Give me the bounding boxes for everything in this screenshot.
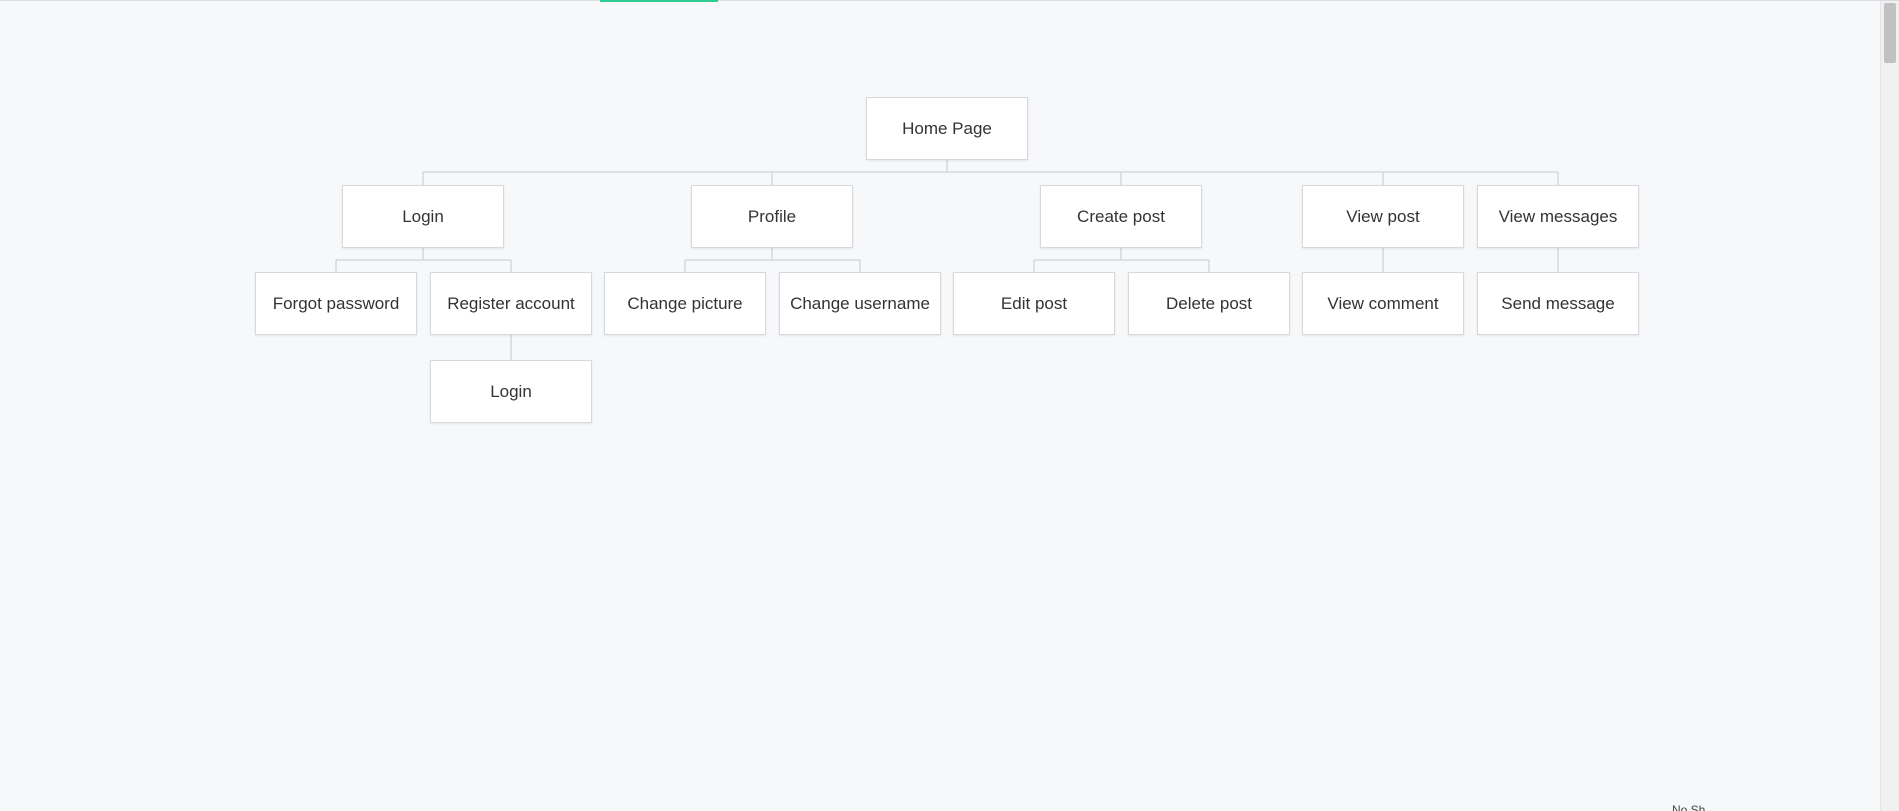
node-change-picture[interactable]: Change picture [604, 272, 766, 335]
node-send-message[interactable]: Send message [1477, 272, 1639, 335]
node-view-comment[interactable]: View comment [1302, 272, 1464, 335]
vertical-scrollbar[interactable] [1880, 1, 1899, 811]
node-register-login[interactable]: Login [430, 360, 592, 423]
corner-label: No Sh... [1672, 803, 1716, 811]
node-profile[interactable]: Profile [691, 185, 853, 248]
node-change-username[interactable]: Change username [779, 272, 941, 335]
node-home-page[interactable]: Home Page [866, 97, 1028, 160]
sitemap-canvas: Home Page Login Profile Create post View… [0, 0, 1899, 811]
node-create-post[interactable]: Create post [1040, 185, 1202, 248]
node-edit-post[interactable]: Edit post [953, 272, 1115, 335]
node-register-account[interactable]: Register account [430, 272, 592, 335]
node-delete-post[interactable]: Delete post [1128, 272, 1290, 335]
active-tab-indicator [600, 0, 718, 2]
node-view-messages[interactable]: View messages [1477, 185, 1639, 248]
node-forgot-password[interactable]: Forgot password [255, 272, 417, 335]
scrollbar-thumb[interactable] [1884, 3, 1896, 63]
node-view-post[interactable]: View post [1302, 185, 1464, 248]
node-login[interactable]: Login [342, 185, 504, 248]
